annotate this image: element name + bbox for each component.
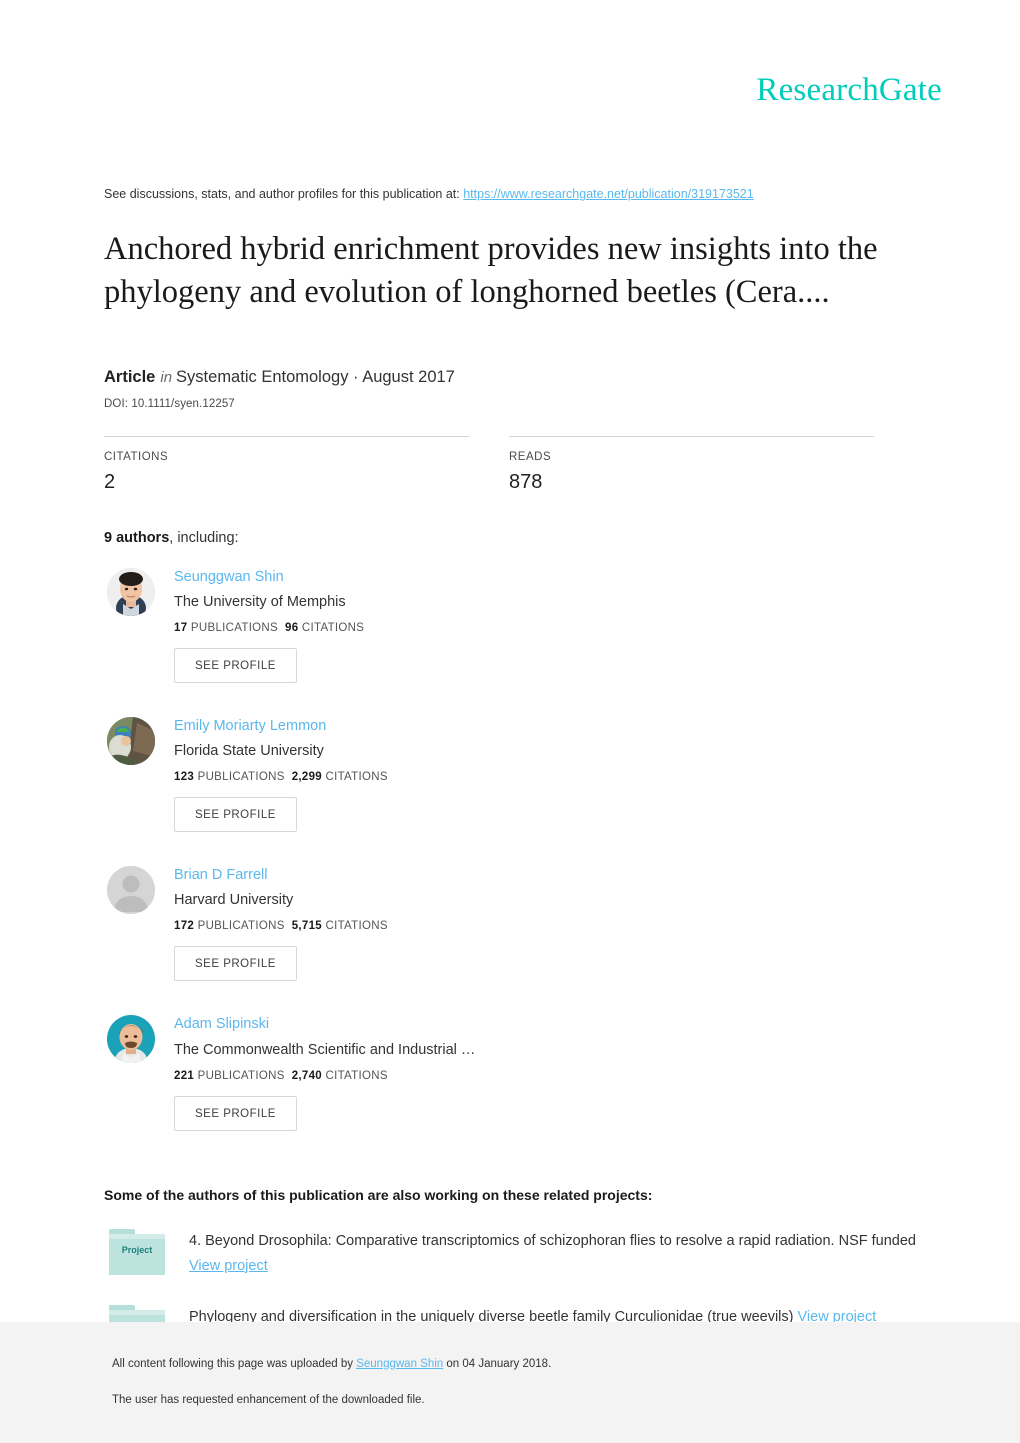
author-info: Emily Moriarty Lemmon Florida State Univ… bbox=[174, 717, 514, 833]
authors-suffix: , including: bbox=[169, 529, 239, 546]
project-folder-icon: Project bbox=[109, 1228, 165, 1275]
author-publications-count: 123 bbox=[174, 771, 195, 784]
page-content: See discussions, stats, and author profi… bbox=[104, 0, 920, 1351]
avatar[interactable] bbox=[107, 866, 155, 915]
author-name-link[interactable]: Brian D Farrell bbox=[174, 866, 514, 884]
reads-divider bbox=[509, 435, 874, 437]
footer-uploader-link[interactable]: Seunggwan Shin bbox=[356, 1358, 443, 1370]
discussion-prefix: See discussions, stats, and author profi… bbox=[104, 187, 464, 201]
citations-label: CITATIONS bbox=[325, 1069, 388, 1082]
author-affiliation: Harvard University bbox=[174, 892, 294, 909]
see-profile-button[interactable]: SEE PROFILE bbox=[174, 946, 297, 982]
citations-label: CITATIONS bbox=[325, 771, 388, 784]
publications-label: PUBLICATIONS bbox=[197, 771, 285, 784]
author-card: Brian D Farrell Harvard University 172 P… bbox=[104, 866, 514, 982]
see-profile-button[interactable]: SEE PROFILE bbox=[174, 797, 297, 833]
author-info: Brian D Farrell Harvard University 172 P… bbox=[174, 866, 514, 982]
view-project-link[interactable]: View project bbox=[189, 1258, 268, 1274]
author-name-link[interactable]: Adam Slipinski bbox=[174, 1015, 514, 1033]
author-publications-count: 17 bbox=[174, 621, 188, 634]
author-citations-count: 5,715 bbox=[291, 920, 322, 933]
author-affiliation: The University of Memphis bbox=[174, 593, 346, 610]
project-row: Project 4. Beyond Drosophila: Comparativ… bbox=[104, 1228, 920, 1279]
placeholder-person-icon bbox=[107, 866, 155, 915]
authors-count: 9 authors bbox=[104, 529, 170, 546]
article-in-label: in bbox=[160, 369, 173, 387]
author-citations-count: 2,299 bbox=[291, 771, 322, 784]
projects-heading: Some of the authors of this publication … bbox=[104, 1186, 653, 1203]
publications-label: PUBLICATIONS bbox=[197, 920, 285, 933]
authors-grid: Seunggwan Shin The University of Memphis… bbox=[104, 567, 920, 1165]
page-title: Anchored hybrid enrichment provides new … bbox=[104, 230, 878, 311]
discussion-line: See discussions, stats, and author profi… bbox=[104, 186, 920, 204]
doi-line: DOI: 10.1111/syen.12257 bbox=[104, 397, 235, 410]
photo-portrait-outdoors-icon bbox=[107, 716, 155, 765]
publications-label: PUBLICATIONS bbox=[190, 621, 279, 634]
author-citations-count: 96 bbox=[285, 621, 299, 634]
footer-enhancement-line: The user has requested enhancement of th… bbox=[112, 1394, 425, 1406]
footer-inner: All content following this page was uplo… bbox=[112, 1358, 932, 1406]
project-icon-label: Project bbox=[121, 1244, 153, 1255]
avatar[interactable] bbox=[107, 716, 155, 765]
citations-label: CITATIONS bbox=[325, 920, 388, 933]
author-citations-count: 2,740 bbox=[291, 1069, 322, 1082]
citations-divider bbox=[104, 435, 469, 437]
footer-upload-line: All content following this page was uplo… bbox=[112, 1358, 932, 1370]
authors-heading: 9 authors, including: bbox=[104, 530, 920, 546]
author-card: Seunggwan Shin The University of Memphis… bbox=[104, 567, 514, 683]
stats-row: CITATIONS 2 READS 878 bbox=[104, 435, 920, 494]
author-publications-count: 172 bbox=[174, 920, 195, 933]
article-meta: Article in Systematic Entomology · August … bbox=[104, 367, 920, 388]
author-name-link[interactable]: Emily Moriarty Lemmon bbox=[174, 717, 514, 735]
article-type-label: Article bbox=[104, 368, 156, 387]
avatar[interactable] bbox=[107, 1015, 155, 1064]
citations-value: 2 bbox=[104, 470, 116, 493]
author-card: Adam Slipinski The Commonwealth Scientif… bbox=[104, 1015, 514, 1131]
author-stats: 123 PUBLICATIONS 2,299 CITATIONS bbox=[174, 771, 514, 783]
see-profile-button[interactable]: SEE PROFILE bbox=[174, 1095, 297, 1131]
see-profile-button[interactable]: SEE PROFILE bbox=[174, 647, 297, 683]
author-card: Emily Moriarty Lemmon Florida State Univ… bbox=[104, 716, 514, 833]
citations-label: CITATIONS bbox=[301, 621, 365, 634]
article-venue: Systematic Entomology · August 2017 bbox=[176, 368, 455, 387]
photo-portrait-male-tealbg-icon bbox=[107, 1015, 155, 1064]
author-publications-count: 221 bbox=[174, 1069, 195, 1082]
author-affiliation: Florida State University bbox=[174, 743, 324, 760]
author-stats: 221 PUBLICATIONS 2,740 CITATIONS bbox=[174, 1070, 514, 1082]
reads-value: 878 bbox=[509, 470, 543, 493]
citations-stat: CITATIONS 2 bbox=[104, 435, 469, 494]
reads-stat: READS 878 bbox=[509, 435, 874, 494]
photo-portrait-male-lightbg-icon bbox=[107, 567, 155, 616]
publication-url-link[interactable]: https://www.researchgate.net/publication… bbox=[463, 187, 753, 201]
author-stats: 17 PUBLICATIONS 96 CITATIONS bbox=[174, 622, 514, 634]
avatar[interactable] bbox=[107, 567, 155, 616]
author-stats: 172 PUBLICATIONS 5,715 CITATIONS bbox=[174, 920, 514, 932]
project-description: 4. Beyond Drosophila: Comparative transc… bbox=[189, 1229, 919, 1279]
author-name-link[interactable]: Seunggwan Shin bbox=[174, 568, 514, 586]
reads-label: READS bbox=[509, 450, 552, 463]
footer-prefix: All content following this page was uplo… bbox=[112, 1358, 357, 1370]
publications-label: PUBLICATIONS bbox=[197, 1069, 285, 1082]
project-title-text: 4. Beyond Drosophila: Comparative transc… bbox=[189, 1232, 916, 1249]
author-info: Seunggwan Shin The University of Memphis… bbox=[174, 568, 514, 683]
footer-suffix: on 04 January 2018. bbox=[443, 1358, 552, 1370]
author-affiliation: The Commonwealth Scientific and Industri… bbox=[174, 1041, 476, 1058]
footer: All content following this page was uplo… bbox=[0, 1322, 1020, 1443]
citations-label: CITATIONS bbox=[104, 450, 169, 463]
author-info: Adam Slipinski The Commonwealth Scientif… bbox=[174, 1015, 514, 1131]
